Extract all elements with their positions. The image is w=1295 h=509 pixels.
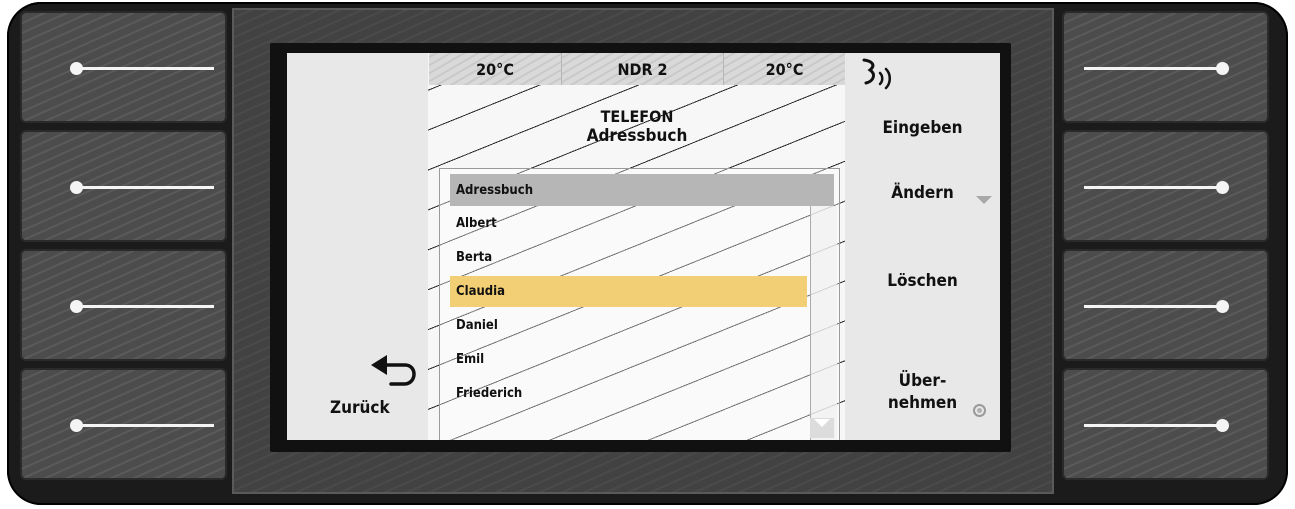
hardware-key-left-1[interactable] [20,11,227,123]
page-header: TELEFON Adressbuch [429,107,845,147]
temperature-left: 20°C [429,53,562,85]
hardware-key-right-1[interactable] [1062,11,1269,123]
list-item[interactable]: Berta [450,240,807,274]
uebernehmen-label-line2: nehmen [887,393,958,413]
key-indicator-line [1084,67,1222,70]
hardware-key-left-3[interactable] [20,249,227,361]
display-screen: 20°C NDR 2 20°C TELEFON Adressbuch Adres… [287,53,1000,440]
hardware-key-left-2[interactable] [20,130,227,242]
voice-icon [860,57,902,99]
loeschen-label: Löschen [887,271,958,291]
temperature-right: 20°C [724,53,845,85]
list-item[interactable]: Daniel [450,308,807,342]
back-arrow-icon [367,353,425,393]
radio-icon [973,404,986,417]
key-indicator-icon [1216,62,1229,75]
list-item[interactable]: Emil [450,342,807,376]
address-list: Albert Berta Claudia Daniel Emil Frieder… [450,206,807,410]
key-indicator-line [76,424,214,427]
loeschen-button[interactable]: Löschen [845,270,1000,292]
key-indicator-line [76,186,214,189]
key-indicator-icon [1216,300,1229,313]
key-indicator-icon [1216,181,1229,194]
hardware-key-right-3[interactable] [1062,249,1269,361]
key-indicator-icon [1216,419,1229,432]
key-indicator-line [76,67,214,70]
back-label: Zurück [330,398,390,418]
chevron-down-icon [976,190,992,209]
key-indicator-line [1084,305,1222,308]
aendern-label: Ändern [891,183,954,203]
eingeben-label: Eingeben [882,118,963,138]
list-item-selected[interactable]: Claudia [450,276,807,307]
key-indicator-line [1084,424,1222,427]
status-bar: 20°C NDR 2 20°C [429,53,845,85]
list-item[interactable]: Albert [450,206,807,240]
page-title: TELEFON [600,107,674,126]
scroll-down-icon[interactable] [810,418,834,438]
key-indicator-line [76,305,214,308]
key-indicator-line [1084,186,1222,189]
hardware-key-right-4[interactable] [1062,368,1269,480]
uebernehmen-label-line1: Über- [898,371,947,391]
list-header: Adressbuch [450,174,834,206]
list-item[interactable]: Friederich [450,376,807,410]
hardware-key-right-2[interactable] [1062,130,1269,242]
radio-station: NDR 2 [562,53,724,85]
hardware-key-left-4[interactable] [20,368,227,480]
eingeben-button[interactable]: Eingeben [845,117,1000,139]
back-button[interactable]: Zurück [287,353,428,440]
page-subtitle: Adressbuch [586,126,688,146]
scrollbar[interactable] [810,206,837,440]
